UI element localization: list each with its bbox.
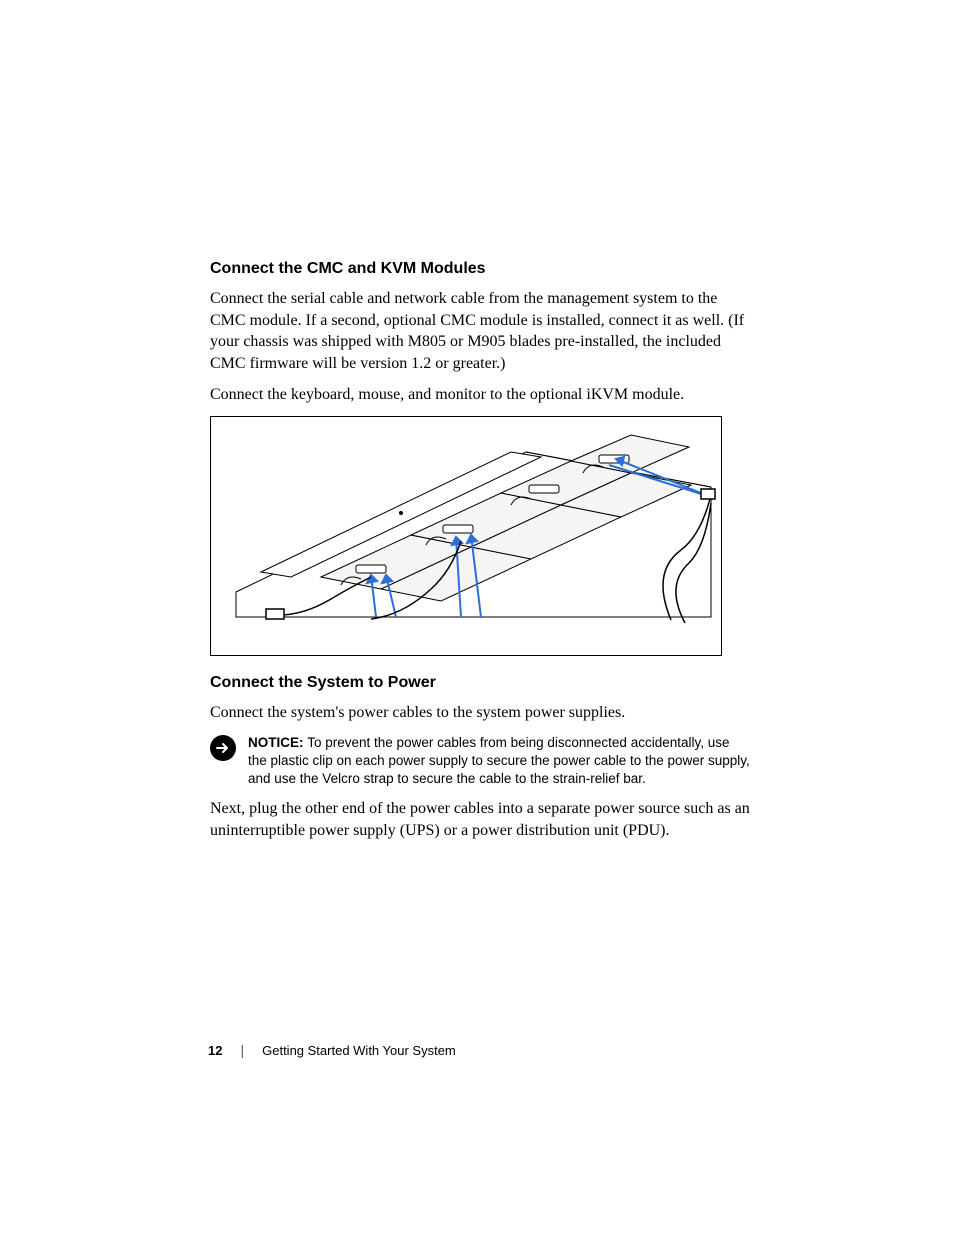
- notice-text: NOTICE: To prevent the power cables from…: [248, 734, 750, 789]
- page-footer: 12 | Getting Started With Your System: [208, 1042, 456, 1058]
- notice-arrow-icon: [210, 735, 236, 761]
- page-number: 12: [208, 1043, 222, 1058]
- notice-body: To prevent the power cables from being d…: [248, 735, 750, 786]
- page-content: Connect the CMC and KVM Modules Connect …: [210, 260, 750, 851]
- heading-cmc-kvm: Connect the CMC and KVM Modules: [210, 260, 750, 278]
- heading-power: Connect the System to Power: [210, 674, 750, 692]
- para-cmc-connect: Connect the serial cable and network cab…: [210, 288, 750, 374]
- footer-chapter: Getting Started With Your System: [262, 1043, 456, 1058]
- notice-label: NOTICE:: [248, 735, 307, 750]
- notice-block: NOTICE: To prevent the power cables from…: [210, 734, 750, 789]
- figure-chassis-rear: [210, 416, 722, 656]
- para-ikvm-connect: Connect the keyboard, mouse, and monitor…: [210, 384, 750, 406]
- para-power-connect: Connect the system's power cables to the…: [210, 702, 750, 724]
- para-power-source: Next, plug the other end of the power ca…: [210, 798, 750, 841]
- footer-divider: |: [240, 1042, 244, 1058]
